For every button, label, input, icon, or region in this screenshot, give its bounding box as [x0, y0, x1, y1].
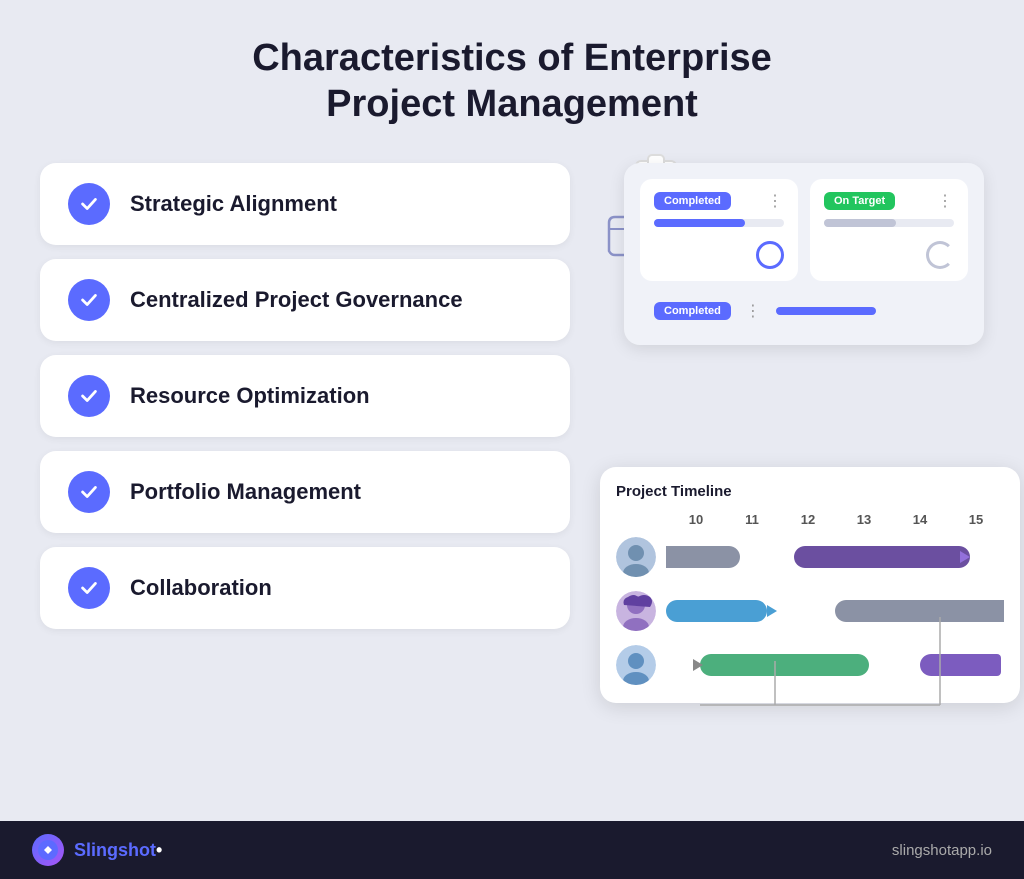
- status-card-1: Completed ⋮: [640, 179, 798, 281]
- col-11: 11: [724, 512, 780, 527]
- col-15: 15: [948, 512, 1004, 527]
- check-icon: [68, 375, 110, 417]
- check-icon: [68, 471, 110, 513]
- status-card-3: Completed ⋮: [640, 293, 968, 329]
- list-item: Portfolio Management: [40, 451, 570, 533]
- col-12: 12: [780, 512, 836, 527]
- completed-badge-2: Completed: [654, 302, 731, 320]
- progress-circle: [926, 241, 954, 269]
- item-label: Strategic Alignment: [130, 191, 337, 217]
- completed-badge: Completed: [654, 192, 731, 210]
- footer-logo: Slingshot•: [32, 834, 162, 866]
- logo-icon: [32, 834, 64, 866]
- status-cards-panel: Completed ⋮ On Target: [624, 163, 984, 345]
- list-item: Strategic Alignment: [40, 163, 570, 245]
- gantt-row-1: [616, 535, 1004, 579]
- check-icon: [68, 279, 110, 321]
- status-row-1: Completed ⋮ On Target: [640, 179, 968, 281]
- avatar-3: [616, 645, 656, 685]
- main-container: Characteristics of Enterprise Project Ma…: [0, 0, 1024, 837]
- avatar-1: [616, 537, 656, 577]
- gantt-row-3: [616, 643, 1004, 687]
- col-10: 10: [668, 512, 724, 527]
- timeline-headers: 10 11 12 13 14 15: [616, 512, 1004, 527]
- item-label: Centralized Project Governance: [130, 287, 463, 313]
- progress-circle: [756, 241, 784, 269]
- item-label: Portfolio Management: [130, 479, 361, 505]
- timeline-title: Project Timeline: [616, 483, 1004, 500]
- col-13: 13: [836, 512, 892, 527]
- list-item: Centralized Project Governance: [40, 259, 570, 341]
- progress-fill: [654, 219, 745, 227]
- footer-brand: Slingshot•: [74, 840, 162, 861]
- on-target-badge: On Target: [824, 192, 895, 210]
- status-card-2: On Target ⋮: [810, 179, 968, 281]
- item-label: Resource Optimization: [130, 383, 370, 409]
- left-panel: Strategic Alignment Centralized Project …: [40, 163, 570, 629]
- check-icon: [68, 567, 110, 609]
- more-options-icon[interactable]: ⋮: [767, 191, 784, 211]
- list-item: Collaboration: [40, 547, 570, 629]
- content-area: Strategic Alignment Centralized Project …: [40, 163, 984, 703]
- check-icon: [68, 183, 110, 225]
- gantt-rows: [616, 535, 1004, 687]
- gantt-area-2: [666, 591, 1004, 631]
- avatar-2: [616, 591, 656, 631]
- progress-bar: [654, 219, 784, 227]
- progress-fill: [824, 219, 896, 227]
- progress-bar-partial: [776, 307, 876, 315]
- timeline-panel: Project Timeline 10 11 12 13 14 15: [600, 467, 1020, 703]
- gantt-row-2: [616, 589, 1004, 633]
- progress-bar: [824, 219, 954, 227]
- more-options-icon[interactable]: ⋮: [937, 191, 954, 211]
- item-label: Collaboration: [130, 575, 272, 601]
- right-panel: Completed ⋮ On Target: [600, 163, 984, 703]
- list-item: Resource Optimization: [40, 355, 570, 437]
- page-title: Characteristics of Enterprise Project Ma…: [252, 36, 772, 127]
- gantt-area-3: [666, 645, 1004, 685]
- more-options-icon[interactable]: ⋮: [745, 301, 762, 321]
- footer: Slingshot• slingshotapp.io: [0, 821, 1024, 879]
- col-14: 14: [892, 512, 948, 527]
- gantt-area-1: [666, 537, 1004, 577]
- footer-url: slingshotapp.io: [892, 842, 992, 859]
